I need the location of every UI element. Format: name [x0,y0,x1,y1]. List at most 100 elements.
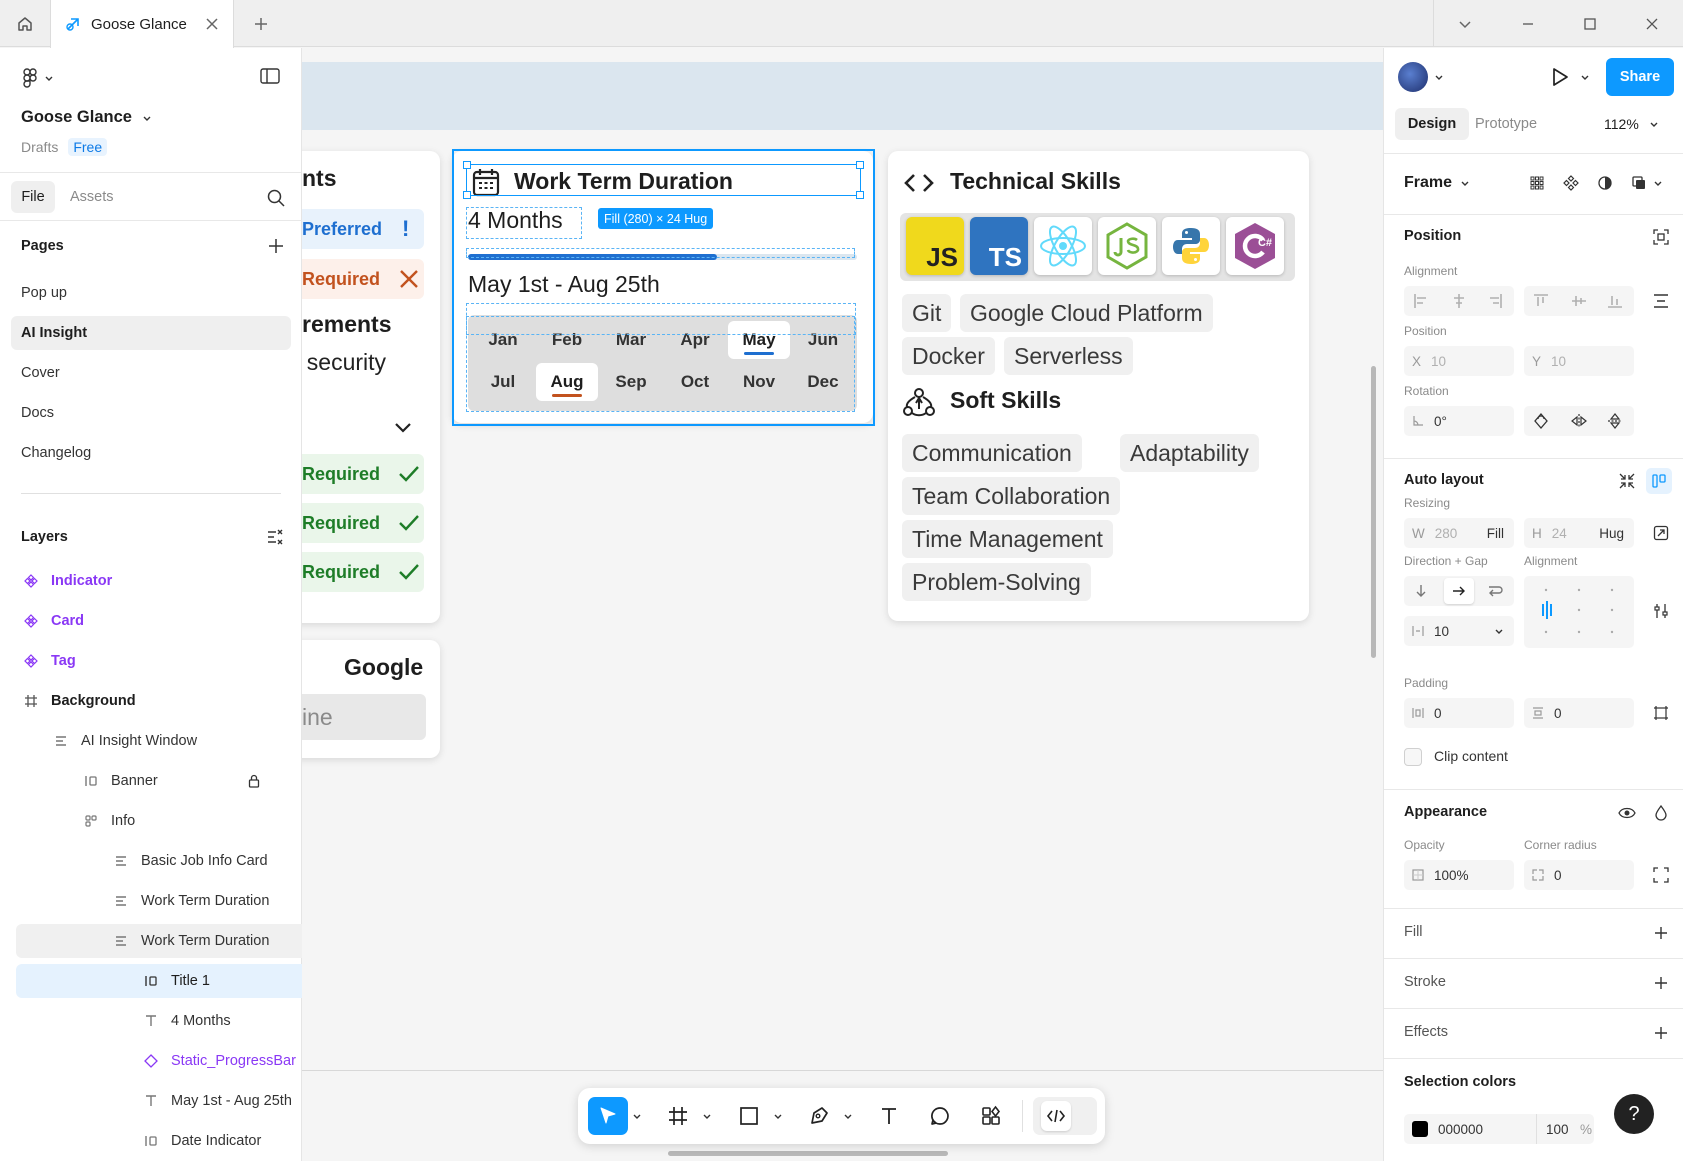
flip-horizontal-icon[interactable] [1568,412,1590,430]
add-effect-icon[interactable] [1650,1022,1672,1044]
main-menu-button[interactable] [22,68,54,88]
auto-layout-panel-icon[interactable] [1646,468,1672,494]
layer-basic-job-info-card[interactable]: Basic Job Info Card [0,844,302,878]
tab-prototype[interactable]: Prototype [1475,108,1537,140]
align-left-icon[interactable] [1410,292,1432,310]
chevron-down-icon[interactable] [630,1097,644,1135]
layer-info[interactable]: Info [0,804,302,838]
layer-date-range[interactable]: May 1st - Aug 25th [0,1084,302,1118]
layer-title-1[interactable]: Title 1 [16,964,302,998]
page-item-changelog[interactable]: Changelog [0,436,302,470]
rectangle-tool-icon[interactable] [729,1097,769,1135]
selection-color-field[interactable]: 000000 100 % [1404,1114,1594,1144]
resize-handle[interactable] [463,161,471,169]
comment-tool-icon[interactable] [920,1097,960,1135]
distribute-icon[interactable] [1650,292,1672,310]
individual-corners-icon[interactable] [1650,864,1672,886]
layer-ai-insight-window[interactable]: AI Insight Window [0,724,302,758]
page-item-ai-insight[interactable]: AI Insight [11,316,291,350]
eye-icon[interactable] [1616,802,1638,824]
maximize-icon[interactable] [1575,0,1605,47]
chevron-down-icon[interactable] [1652,176,1664,190]
chevron-down-icon[interactable] [394,421,412,435]
opacity-field[interactable]: 100% [1404,860,1514,890]
layer-work-term-duration-selected-parent[interactable]: Work Term Duration [16,924,302,958]
mask-icon[interactable] [1594,172,1616,194]
dev-mode-toggle[interactable] [1033,1097,1097,1135]
tab-file[interactable]: File [11,181,55,213]
chevron-down-icon[interactable] [1580,72,1590,82]
arrow-down-icon[interactable] [1410,582,1432,600]
selected-layer-outline[interactable] [463,161,864,199]
boolean-icon[interactable] [1628,172,1650,194]
add-page-icon[interactable] [267,237,285,255]
layer-tag[interactable]: Tag [0,644,302,678]
skills-card[interactable]: Technical Skills JS TS C# Git Google Clo… [888,151,1309,621]
help-button[interactable]: ? [1614,1094,1654,1134]
project-title[interactable]: Goose Glance [21,108,152,127]
layer-background[interactable]: Background [0,684,302,718]
flip-vertical-icon[interactable] [1604,412,1626,430]
chevron-down-icon[interactable] [841,1097,855,1135]
tab-assets[interactable]: Assets [70,181,114,213]
frame-type-dropdown[interactable]: Frame [1404,168,1470,198]
h-mode[interactable]: Hug [1599,526,1624,541]
align-bottom-icon[interactable] [1604,292,1626,310]
resize-handle[interactable] [463,191,471,199]
google-card[interactable]: Google ine [302,640,440,758]
resize-handle[interactable] [856,161,864,169]
collapse-layers-icon[interactable] [266,528,284,546]
constraints-icon[interactable] [1650,226,1672,248]
gap-field[interactable]: 10 [1404,616,1514,646]
alignment-grid[interactable] [1524,576,1634,648]
rotation-field[interactable]: 0° [1404,406,1514,436]
page-item-cover[interactable]: Cover [0,356,302,390]
design-canvas[interactable]: nts Preferred ! Required rements f secur… [302,48,1383,1161]
chevron-down-icon[interactable] [1450,0,1480,47]
grid-view-icon[interactable] [1526,172,1548,194]
pen-tool-icon[interactable] [799,1097,839,1135]
zoom-control[interactable]: 112% [1604,108,1659,140]
tab-design[interactable]: Design [1395,108,1469,140]
move-tool-icon[interactable] [588,1097,628,1135]
close-window-icon[interactable] [1637,0,1667,47]
w-mode[interactable]: Fill [1487,526,1504,541]
layer-indicator[interactable]: Indicator [0,564,302,598]
horizontal-padding-field[interactable]: 0 [1404,698,1514,728]
layer-date-indicator[interactable]: Date Indicator [0,1124,302,1158]
toggle-sidebar-icon[interactable] [259,66,281,86]
chevron-down-icon[interactable] [700,1097,714,1135]
new-tab-icon[interactable] [246,0,276,47]
width-field[interactable]: W 280 Fill [1404,518,1514,548]
align-top-icon[interactable] [1530,292,1552,310]
close-tab-icon[interactable] [205,17,219,31]
page-item-docs[interactable]: Docs [0,396,302,430]
resize-handle[interactable] [856,191,864,199]
user-avatar-menu[interactable] [1398,62,1444,92]
blend-mode-icon[interactable] [1650,802,1672,824]
drafts-label[interactable]: Drafts [21,139,58,155]
actions-tool-icon[interactable] [971,1097,1011,1135]
page-item-pop-up[interactable]: Pop up [0,276,302,310]
job-info-card[interactable]: nts Preferred ! Required rements f secur… [302,151,440,623]
height-field[interactable]: H 24 Hug [1524,518,1634,548]
corner-radius-field[interactable]: 0 [1524,860,1634,890]
layer-card[interactable]: Card [0,604,302,638]
y-position-field[interactable]: Y 10 [1524,346,1634,376]
chevron-down-icon[interactable] [771,1097,785,1135]
vertical-scrollbar[interactable] [1371,366,1376,658]
tab-goose-glance[interactable]: Goose Glance [50,0,234,48]
create-component-icon[interactable] [1560,172,1582,194]
google-input[interactable]: ine [302,694,426,740]
color-swatch[interactable] [1412,1121,1428,1137]
search-icon[interactable] [266,188,286,208]
align-center-h-icon[interactable] [1448,292,1470,310]
layer-work-term-duration[interactable]: Work Term Duration [0,884,302,918]
arrow-right-icon[interactable] [1444,578,1474,604]
individual-padding-icon[interactable] [1650,702,1672,724]
text-tool-icon[interactable] [869,1097,909,1135]
remove-auto-layout-icon[interactable] [1616,470,1638,492]
minimize-icon[interactable] [1513,0,1543,47]
align-middle-icon[interactable] [1568,292,1590,310]
x-position-field[interactable]: X 10 [1404,346,1514,376]
